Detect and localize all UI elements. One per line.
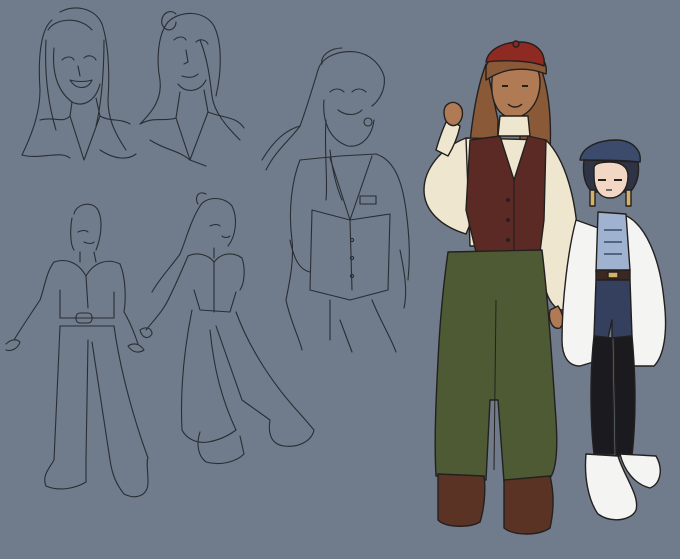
sketch-profile-bust (139, 11, 245, 167)
character-sheet-canvas (0, 0, 680, 559)
colored-character-tall (423, 40, 580, 535)
character-sheet-illustration (5, 7, 667, 535)
sketch-laughing-bust (21, 7, 137, 161)
sketch-smiling-vest-bust (261, 47, 410, 353)
colored-character-small (561, 139, 667, 521)
sketch-fullbody-right (139, 192, 315, 465)
sketch-fullbody-left (5, 203, 149, 498)
